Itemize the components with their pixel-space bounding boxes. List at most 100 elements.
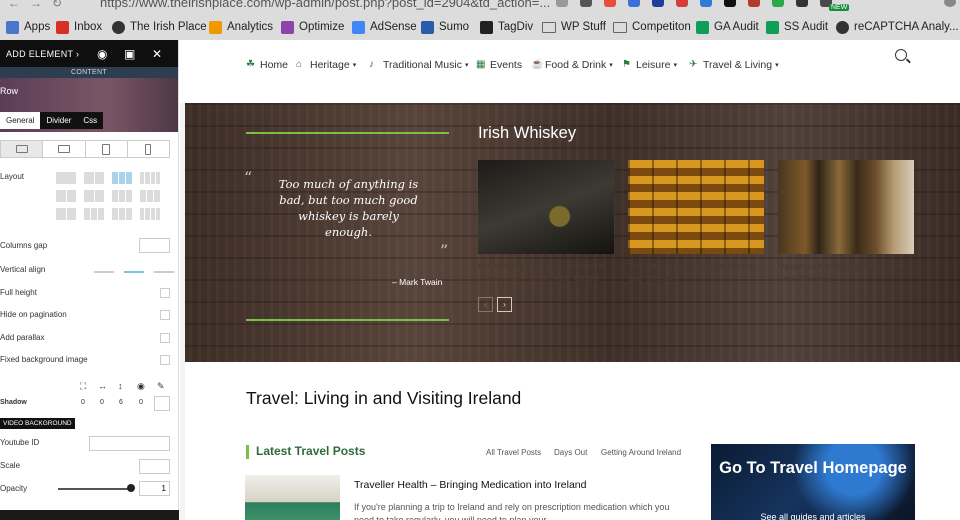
layout-option[interactable] [112,190,132,202]
post-thumbnail[interactable] [245,475,340,520]
extension-icon[interactable] [772,0,784,7]
layout-option[interactable] [140,208,160,220]
add-parallax-checkbox[interactable] [160,333,170,343]
eye-icon[interactable]: ◉ [97,47,107,61]
bookmark-adsense[interactable]: AdSense [352,19,417,35]
layout-option[interactable] [140,172,160,184]
opacity-slider-track[interactable] [58,488,134,490]
prev-arrow-button[interactable]: ‹ [478,297,493,312]
url-text[interactable]: https://www.theirishplace.com/wp-admin/p… [100,0,550,10]
phone-device-button[interactable] [128,141,169,157]
article-card-title[interactable]: The Difference Between Scotch and Whiske… [628,260,764,284]
layout-option[interactable] [84,190,104,202]
layout-option[interactable] [56,172,76,184]
layout-option[interactable] [84,208,104,220]
save-icon[interactable]: ▣ [124,47,135,61]
post-title[interactable]: Traveller Health – Bringing Medication i… [354,479,586,491]
layout-option[interactable] [84,172,104,184]
bookmark-ga-audit[interactable]: GA Audit [696,19,759,35]
align-bottom-option[interactable] [154,271,174,273]
opacity-slider-handle[interactable] [127,484,135,492]
profile-avatar-icon[interactable] [944,0,956,7]
bookmark-the-irish-place[interactable]: The Irish Place [112,19,207,35]
bookmark-tagdiv[interactable]: TagDiv [480,19,533,35]
filter-all-travel-posts[interactable]: All Travel Posts [486,448,541,457]
folder-icon [613,21,627,33]
bookmark-competiton[interactable]: Competiton [613,19,691,35]
nav-heritage[interactable]: ⌂ Heritage ▾ [296,59,356,71]
bookmark-apps[interactable]: Apps [6,19,50,35]
extension-icon[interactable] [724,0,736,7]
extension-icon[interactable] [604,0,616,7]
full-height-checkbox[interactable] [160,288,170,298]
article-card[interactable]: The Difference Between Scotch and Whiske… [628,160,764,283]
main-navigation: ☘ Home ⌂ Heritage ▾ ♪ Traditional Music ▾ ▦ Ev… [180,40,960,103]
bookmark-analytics[interactable]: Analytics [209,19,273,35]
opacity-input[interactable]: 1 [139,481,170,496]
bookmark-ss-audit[interactable]: SS Audit [766,19,828,35]
shadow-value[interactable]: 0 [81,399,85,406]
align-top-option[interactable] [94,271,114,273]
golf-icon: ⚑ [622,59,631,70]
shadow-color-swatch[interactable] [154,396,170,411]
shadow-value[interactable]: 6 [119,399,123,406]
extension-icon[interactable] [652,0,664,7]
columns-gap-input[interactable] [139,238,170,253]
scale-input[interactable] [139,459,170,474]
travel-homepage-promo[interactable]: Go To Travel Homepage See all guides and… [711,444,915,520]
article-card-title[interactable]: Upturn in the Rocky History of Irish Whi… [778,260,914,284]
extension-icon[interactable] [796,0,808,7]
address-bar[interactable]: ← → ↻ https://www.theirishplace.com/wp-a… [0,0,960,12]
article-card-title[interactable]: Hot Whiskey Recipe – Ireland's Tradition… [478,260,614,284]
article-card[interactable]: Hot Whiskey Recipe – Ireland's Tradition… [478,160,614,283]
bookmark-inbox[interactable]: Inbox [56,19,102,35]
align-middle-option[interactable] [124,271,144,273]
shadow-value[interactable]: 0 [139,399,143,406]
hide-on-pagination-checkbox[interactable] [160,310,170,320]
nav-food-drink[interactable]: ☕ Food & Drink ▾ [531,59,613,71]
promo-title[interactable]: Go To Travel Homepage [711,458,915,479]
article-card[interactable]: Upturn in the Rocky History of Irish Whi… [778,160,914,283]
layout-option[interactable] [56,190,76,202]
youtube-id-input[interactable] [89,436,170,451]
add-parallax-label: Add parallax [0,333,45,342]
layout-option[interactable] [112,208,132,220]
editor-panel: ADD ELEMENT › ◉ ▣ ✕ CONTENT Row General … [0,40,179,520]
tablet-landscape-button[interactable] [43,141,86,157]
extension-icon[interactable] [748,0,760,7]
nav-leisure[interactable]: ⚑ Leisure ▾ [622,59,677,71]
bookmark-sumo[interactable]: Sumo [421,19,469,35]
fixed-bg-checkbox[interactable] [160,355,170,365]
extension-icon[interactable] [628,0,640,7]
tab-divider[interactable]: Divider [40,112,78,129]
filter-getting-around[interactable]: Getting Around Ireland [601,448,681,457]
nav-events[interactable]: ▦ Events [476,59,522,71]
tab-css[interactable]: Css [77,112,104,129]
nav-travel-living[interactable]: ✈ Travel & Living ▾ [689,59,779,71]
next-arrow-button[interactable]: › [497,297,512,312]
shadow-value[interactable]: 0 [100,399,104,406]
bookmark-recaptcha[interactable]: reCAPTCHA Analy... [836,19,959,35]
star-icon[interactable] [556,0,568,7]
extension-icon[interactable] [580,0,592,7]
back-icon[interactable]: ← [8,0,20,10]
forward-icon[interactable]: → [30,0,42,10]
desktop-device-button[interactable] [1,141,44,157]
tab-general[interactable]: General [0,112,41,129]
bookmark-wp-stuff[interactable]: WP Stuff [542,19,606,35]
filter-days-out[interactable]: Days Out [554,448,587,457]
bookmark-optimize[interactable]: Optimize [281,19,344,35]
extension-icon[interactable] [676,0,688,7]
layout-option[interactable] [140,190,160,202]
nav-home[interactable]: ☘ Home [246,59,288,71]
nav-traditional-music[interactable]: ♪ Traditional Music ▾ [369,59,469,71]
layout-option[interactable] [112,172,132,184]
search-icon[interactable] [895,49,907,61]
add-element-button[interactable]: ADD ELEMENT › [6,49,79,59]
extension-icon[interactable] [700,0,712,7]
layout-option[interactable] [56,208,76,220]
close-icon[interactable]: ✕ [152,47,162,61]
apps-grid-icon [6,20,19,34]
tablet-portrait-button[interactable] [86,141,128,157]
reload-icon[interactable]: ↻ [52,0,62,10]
